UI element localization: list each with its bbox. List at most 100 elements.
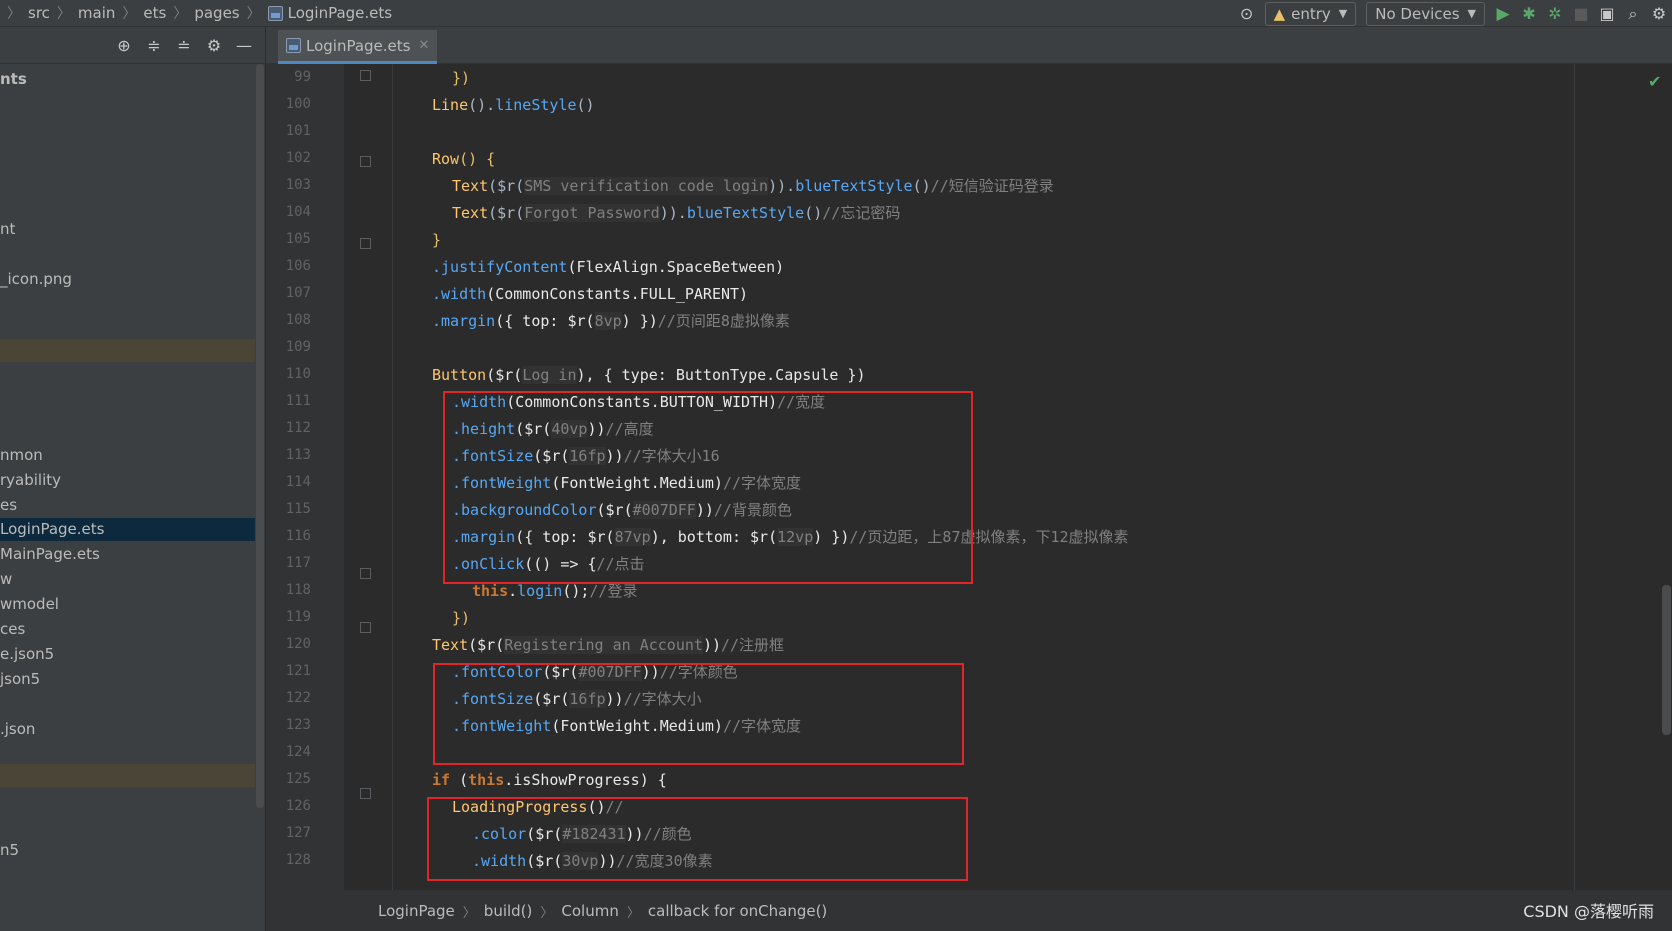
tree-item[interactable]: json5	[0, 668, 255, 691]
line-number: 116	[285, 528, 311, 544]
fold-marker-icon[interactable]	[360, 788, 371, 799]
fold-marker-icon[interactable]	[360, 70, 371, 81]
gear-icon[interactable]: ⚙	[199, 33, 229, 57]
line-number: 118	[285, 582, 311, 598]
attach-debugger-icon[interactable]: ✲	[1542, 2, 1568, 26]
line-number: 101	[285, 123, 311, 139]
bc-callback[interactable]: callback for onChange()	[640, 902, 835, 920]
tree-item[interactable]: MainPage.ets	[0, 543, 255, 566]
annotation-box-button-styles	[443, 391, 973, 584]
project-panel-header: ⊕ ≑ ≐ ⚙ —	[0, 27, 265, 64]
settings-icon[interactable]: ⚙	[1646, 2, 1672, 26]
project-panel: ⊕ ≑ ≐ ⚙ — nts nt _icon.pngnmon ryability es L…	[0, 27, 266, 931]
line-number: 100	[285, 96, 311, 112]
line-number: 121	[285, 663, 311, 679]
fold-marker-icon[interactable]	[360, 238, 371, 249]
line-number: 110	[285, 366, 311, 382]
code-line-99: })	[452, 69, 471, 87]
line-number: 103	[285, 177, 311, 193]
code-line-104: Text($r(Forgot Password)).blueTextStyle(…	[452, 204, 901, 222]
line-number: 122	[285, 690, 311, 706]
breadcrumb-file-label: LoginPage.ets	[287, 4, 393, 22]
module-icon: ▲	[1273, 4, 1286, 23]
device-select[interactable]: No Devices ▼	[1366, 1, 1485, 26]
right-margin-guide	[1574, 64, 1575, 907]
tree-item[interactable]: e.json5	[0, 643, 255, 666]
chevron-right-icon: 〉	[7, 6, 21, 22]
module-select[interactable]: ▲ entry ▼	[1264, 1, 1357, 26]
search-icon[interactable]: ⌕	[1620, 2, 1646, 26]
tree-item[interactable]: es	[0, 494, 255, 517]
fold-marker-icon[interactable]	[360, 568, 371, 579]
target-icon[interactable]: ⊙	[1234, 2, 1260, 26]
code-line-119: })	[452, 609, 471, 627]
project-scrollbar[interactable]	[256, 64, 264, 808]
tree-item[interactable]	[0, 339, 255, 362]
line-number: 120	[285, 636, 311, 652]
tree-item[interactable]	[0, 764, 255, 787]
tree-item[interactable]: .json	[0, 718, 255, 741]
line-number: 99	[294, 69, 311, 85]
code-line-102: Row() {	[432, 150, 496, 168]
tree-item[interactable]: n5	[0, 839, 255, 862]
tree-item[interactable]: nt	[0, 218, 255, 241]
chevron-right-icon: 〉	[56, 6, 71, 22]
indent-guide	[392, 64, 393, 890]
breadcrumb-pages[interactable]: pages	[192, 4, 241, 22]
tree-item[interactable]: ryability	[0, 469, 255, 492]
debug-icon[interactable]: ✱	[1516, 2, 1542, 26]
expand-all-icon[interactable]: ≑	[139, 33, 169, 57]
tree-item[interactable]: nmon	[0, 444, 255, 467]
fold-marker-icon[interactable]	[360, 622, 371, 633]
hide-icon[interactable]: —	[229, 33, 259, 57]
tree-item[interactable]: ces	[0, 618, 255, 641]
line-number: 104	[285, 204, 311, 220]
run-toolbar: ⊙ ▲ entry ▼ No Devices ▼ ▶ ✱ ✲ ■ ▣ ⌕ ⚙	[1234, 0, 1672, 27]
line-number: 126	[285, 798, 311, 814]
watermark: CSDN @落樱听雨	[1523, 902, 1654, 921]
tree-item[interactable]: w	[0, 568, 255, 591]
breadcrumb-src[interactable]: src	[26, 4, 52, 22]
line-number: 108	[285, 312, 311, 328]
code-line-103: Text($r(SMS verification code login)).bl…	[452, 177, 1054, 195]
tab-loginpage[interactable]: LoginPage.ets ✕	[278, 30, 438, 64]
fold-marker-icon[interactable]	[360, 156, 371, 167]
breadcrumb-ets[interactable]: ets	[141, 4, 168, 22]
line-number: 114	[285, 474, 311, 490]
line-number: 113	[285, 447, 311, 463]
locate-icon[interactable]: ⊕	[109, 33, 139, 57]
bc-column[interactable]: Column	[553, 902, 626, 920]
breadcrumb-file[interactable]: LoginPage.ets	[266, 4, 394, 22]
tree-item[interactable]: nts	[0, 68, 255, 91]
collapse-all-icon[interactable]: ≐	[169, 33, 199, 57]
structure-breadcrumb: LoginPage 〉 build() 〉 Column 〉 callback …	[266, 890, 1672, 931]
annotation-box-progress-styles	[427, 797, 968, 881]
run-icon[interactable]: ▶	[1490, 2, 1516, 26]
editor-scrollbar[interactable]	[1662, 585, 1671, 735]
bc-build[interactable]: build()	[476, 902, 541, 920]
line-number: 105	[285, 231, 311, 247]
code-line-125: if (this.isShowProgress) {	[432, 771, 667, 789]
tree-item[interactable]: wmodel	[0, 593, 255, 616]
tree-item[interactable]: _icon.png	[0, 268, 255, 291]
caret-down-icon: ▼	[1467, 7, 1476, 20]
code-line-120: Text($r(Registering an Account))//注册框	[432, 636, 785, 654]
module-select-label: entry	[1291, 4, 1331, 23]
line-number: 102	[285, 150, 311, 166]
project-structure-icon[interactable]: ▣	[1594, 2, 1620, 26]
close-icon[interactable]: ✕	[418, 38, 429, 53]
breadcrumb-main[interactable]: main	[76, 4, 117, 22]
code-line-110: Button($r(Log in), { type: ButtonType.Ca…	[432, 366, 866, 384]
tree-item[interactable]: LoginPage.ets	[0, 518, 255, 541]
breadcrumb: 〉 src 〉 main 〉 ets 〉 pages 〉 LoginPage.e…	[0, 0, 394, 26]
stop-icon[interactable]: ■	[1568, 2, 1594, 26]
line-number: 123	[285, 717, 311, 733]
annotation-box-text-styles	[433, 663, 964, 765]
code-line-105: }	[432, 231, 442, 249]
bc-loginpage[interactable]: LoginPage	[370, 902, 463, 920]
chevron-right-icon: 〉	[246, 6, 261, 22]
ets-file-icon	[286, 38, 301, 53]
line-number: 109	[285, 339, 311, 355]
code-line-107: .width(CommonConstants.FULL_PARENT)	[432, 285, 749, 303]
line-number: 119	[285, 609, 311, 625]
